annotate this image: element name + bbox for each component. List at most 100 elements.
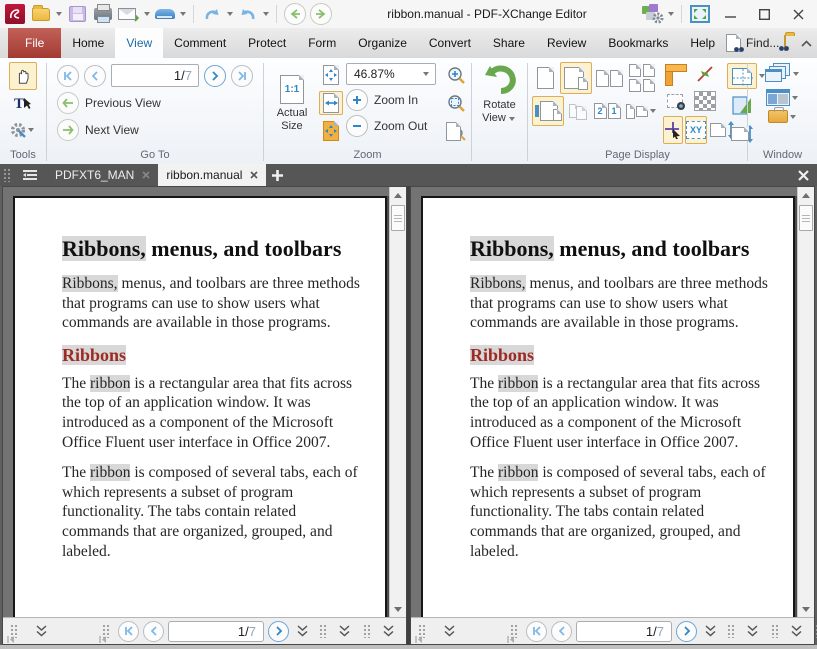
cover-mode-dropdown[interactable] [650, 109, 656, 113]
find-label[interactable]: Find... [746, 36, 779, 50]
collapsed-toolbar-group[interactable] [415, 618, 455, 644]
multi-page-grid-view-button[interactable] [626, 62, 658, 94]
tool-settings-button[interactable] [6, 118, 40, 142]
tool-settings-dropdown[interactable] [28, 128, 34, 132]
fullscreen-button[interactable] [688, 2, 712, 26]
tab-organize[interactable]: Organize [347, 28, 418, 58]
next-page-button[interactable] [204, 65, 226, 87]
tab-share[interactable]: Share [482, 28, 536, 58]
first-page-button[interactable] [57, 65, 79, 87]
open-file-dropdown[interactable] [56, 12, 62, 16]
tab-convert[interactable]: Convert [418, 28, 482, 58]
print-button[interactable] [91, 2, 115, 26]
expand-toolbar-icon[interactable] [339, 625, 350, 637]
next-page-button[interactable] [676, 621, 697, 642]
tab-review[interactable]: Review [536, 28, 597, 58]
page-number-field[interactable]: 1/7 [576, 621, 672, 642]
scroll-up-button[interactable] [390, 187, 406, 203]
actual-size-button[interactable]: 1:1 Actual Size [268, 63, 316, 145]
vertical-scrollbar[interactable] [797, 187, 814, 617]
right-to-left-reading-button[interactable]: 2 1 [592, 97, 622, 125]
previous-page-button[interactable] [143, 621, 164, 642]
tab-home[interactable]: Home [61, 28, 115, 58]
cover-mode-button[interactable] [625, 97, 659, 125]
first-page-button[interactable] [526, 621, 547, 642]
page-transition-disabled-button[interactable] [567, 97, 589, 125]
collapsed-toolbar-group[interactable] [724, 618, 758, 644]
tabbar-grip[interactable] [3, 168, 11, 182]
ui-options-dropdown[interactable] [668, 12, 674, 16]
pdf-page[interactable]: Ribbons, menus, and toolbars Ribbons, me… [421, 196, 795, 617]
zoom-in-tool-button[interactable] [443, 63, 469, 87]
scroll-up-button[interactable] [798, 187, 814, 203]
rotate-view-button[interactable]: Rotate View [472, 58, 527, 149]
previous-page-button[interactable] [551, 621, 572, 642]
zoom-out-row[interactable]: Zoom Out [346, 115, 436, 137]
show-cursor-coordinates-button[interactable] [663, 116, 683, 144]
minimize-button[interactable] [713, 1, 747, 27]
fit-visible-button[interactable] [319, 119, 343, 143]
page-number-field[interactable]: 1/7 [111, 64, 199, 87]
single-page-view-button[interactable] [532, 62, 558, 94]
toolbox-dropdown[interactable] [790, 115, 796, 119]
close-document-button[interactable] [790, 164, 817, 186]
expand-toolbar-icon[interactable] [705, 625, 716, 637]
xy-coordinates-button[interactable]: XY [685, 116, 707, 144]
close-tab-icon[interactable] [142, 171, 150, 179]
next-page-button[interactable] [268, 621, 289, 642]
two-pages-view-button[interactable] [594, 62, 624, 94]
select-text-tool-button[interactable]: T [9, 92, 37, 116]
page-viewer[interactable]: Ribbons, menus, and toolbars Ribbons, me… [411, 187, 814, 617]
search-in-files-icon[interactable] [784, 36, 786, 50]
ruler-button[interactable] [663, 62, 687, 86]
continuous-two-page-button[interactable] [532, 96, 564, 126]
tab-bookmarks[interactable]: Bookmarks [597, 28, 679, 58]
first-page-button[interactable] [118, 621, 139, 642]
page-viewer[interactable]: Ribbons, menus, and toolbars Ribbons, me… [3, 187, 406, 617]
hand-tool-button[interactable] [9, 62, 37, 90]
last-page-button[interactable] [231, 65, 253, 87]
previous-view-row[interactable]: Previous View [57, 92, 263, 114]
save-button[interactable] [65, 2, 89, 26]
document-list-button[interactable] [15, 164, 47, 186]
expand-toolbar-icon[interactable] [383, 625, 394, 637]
scrollbar-thumb[interactable] [799, 205, 813, 231]
undo-button[interactable] [200, 2, 224, 26]
scrollbar-thumb[interactable] [391, 205, 405, 231]
transparency-grid-button[interactable] [693, 89, 717, 113]
snap-button[interactable] [693, 62, 717, 86]
doc-tab-pdfxt6-man[interactable]: PDFXT6_MAN [47, 164, 158, 186]
collapsed-toolbar-group[interactable] [7, 618, 47, 644]
tab-help[interactable]: Help [679, 28, 726, 58]
cascade-windows-dropdown[interactable] [793, 72, 799, 76]
email-dropdown[interactable] [144, 12, 150, 16]
expand-toolbar-icon[interactable] [297, 625, 308, 637]
snap-objects-button[interactable] [663, 89, 687, 113]
redo-button[interactable] [236, 2, 260, 26]
page-number-field[interactable]: 1/7 [168, 621, 264, 642]
email-button[interactable] [117, 2, 141, 26]
previous-page-button[interactable] [84, 65, 106, 87]
marquee-zoom-button[interactable] [443, 91, 469, 115]
find-document-icon[interactable] [726, 34, 741, 52]
split-window-button[interactable] [766, 89, 800, 106]
expand-toolbar-icon[interactable] [36, 625, 47, 637]
loupe-tool-button[interactable] [443, 119, 469, 143]
next-view-button[interactable] [309, 2, 333, 26]
collapsed-toolbar-group[interactable] [812, 618, 817, 644]
tab-form[interactable]: Form [297, 28, 347, 58]
ui-options-icon[interactable] [641, 2, 665, 26]
scroll-down-button[interactable] [390, 601, 406, 617]
pdf-page[interactable]: Ribbons, menus, and toolbars Ribbons, me… [13, 196, 387, 617]
next-view-row[interactable]: Next View [57, 119, 263, 141]
maximize-button[interactable] [747, 1, 781, 27]
tab-view[interactable]: View [115, 28, 163, 58]
collapsed-toolbar-group[interactable] [360, 618, 394, 644]
tab-protect[interactable]: Protect [237, 28, 297, 58]
toolbox-button[interactable] [768, 110, 798, 123]
scroll-down-button[interactable] [798, 601, 814, 617]
undo-dropdown[interactable] [227, 12, 233, 16]
close-button[interactable] [781, 1, 815, 27]
vertical-scrollbar[interactable] [389, 187, 406, 617]
fit-width-button[interactable] [319, 91, 343, 115]
